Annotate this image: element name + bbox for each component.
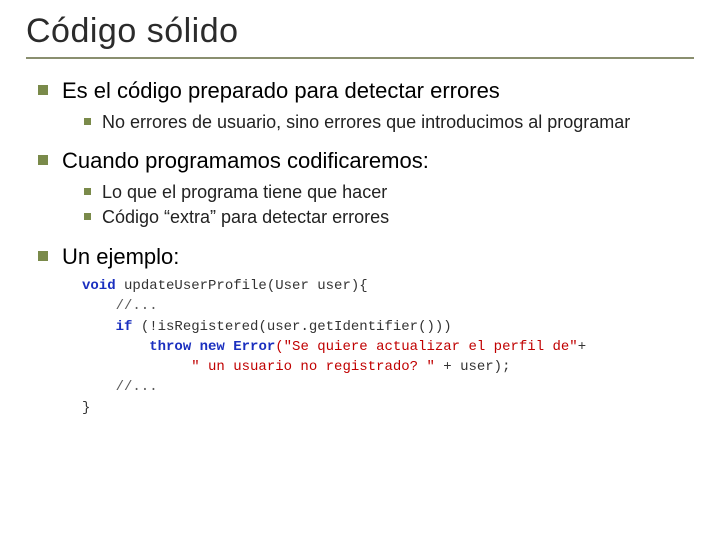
bullet-text: Es el código preparado para detectar err… bbox=[62, 78, 500, 103]
code-text: (!isRegistered(user.getIdentifier())) bbox=[132, 319, 451, 335]
code-string: " un usuario no registrado? " bbox=[82, 359, 435, 375]
slide-title: Código sólido bbox=[26, 12, 694, 51]
bullet-item-3: Un ejemplo: bbox=[34, 243, 694, 271]
code-comment: //... bbox=[82, 298, 158, 314]
sub-bullet-list: No errores de usuario, sino errores que … bbox=[62, 111, 694, 134]
sub-bullet-list: Lo que el programa tiene que hacer Códig… bbox=[62, 181, 694, 229]
bullet-text: Un ejemplo: bbox=[62, 244, 179, 269]
code-comment: //... bbox=[82, 379, 158, 395]
code-keyword: if bbox=[82, 319, 132, 335]
sub-bullet-text: Lo que el programa tiene que hacer bbox=[102, 182, 387, 202]
slide: Código sólido Es el código preparado par… bbox=[0, 0, 720, 540]
title-divider bbox=[26, 57, 694, 59]
sub-bullet-text: Código “extra” para detectar errores bbox=[102, 207, 389, 227]
sub-bullet-item: Código “extra” para detectar errores bbox=[80, 206, 694, 229]
sub-bullet-item: Lo que el programa tiene que hacer bbox=[80, 181, 694, 204]
code-text: updateUserProfile(User user){ bbox=[116, 278, 368, 294]
code-class: Error bbox=[233, 339, 275, 355]
sub-bullet-item: No errores de usuario, sino errores que … bbox=[80, 111, 694, 134]
bullet-text: Cuando programamos codificaremos: bbox=[62, 148, 429, 173]
code-example: void updateUserProfile(User user){ //...… bbox=[82, 276, 694, 418]
code-text: } bbox=[82, 400, 90, 416]
code-text: + user); bbox=[435, 359, 511, 375]
bullet-item-1: Es el código preparado para detectar err… bbox=[34, 77, 694, 133]
sub-bullet-text: No errores de usuario, sino errores que … bbox=[102, 112, 630, 132]
code-string: ("Se quiere actualizar el perfil de" bbox=[275, 339, 577, 355]
bullet-item-2: Cuando programamos codificaremos: Lo que… bbox=[34, 147, 694, 229]
code-text: + bbox=[578, 339, 586, 355]
code-keyword: void bbox=[82, 278, 116, 294]
bullet-list: Es el código preparado para detectar err… bbox=[26, 77, 694, 270]
code-keyword: throw new bbox=[82, 339, 233, 355]
